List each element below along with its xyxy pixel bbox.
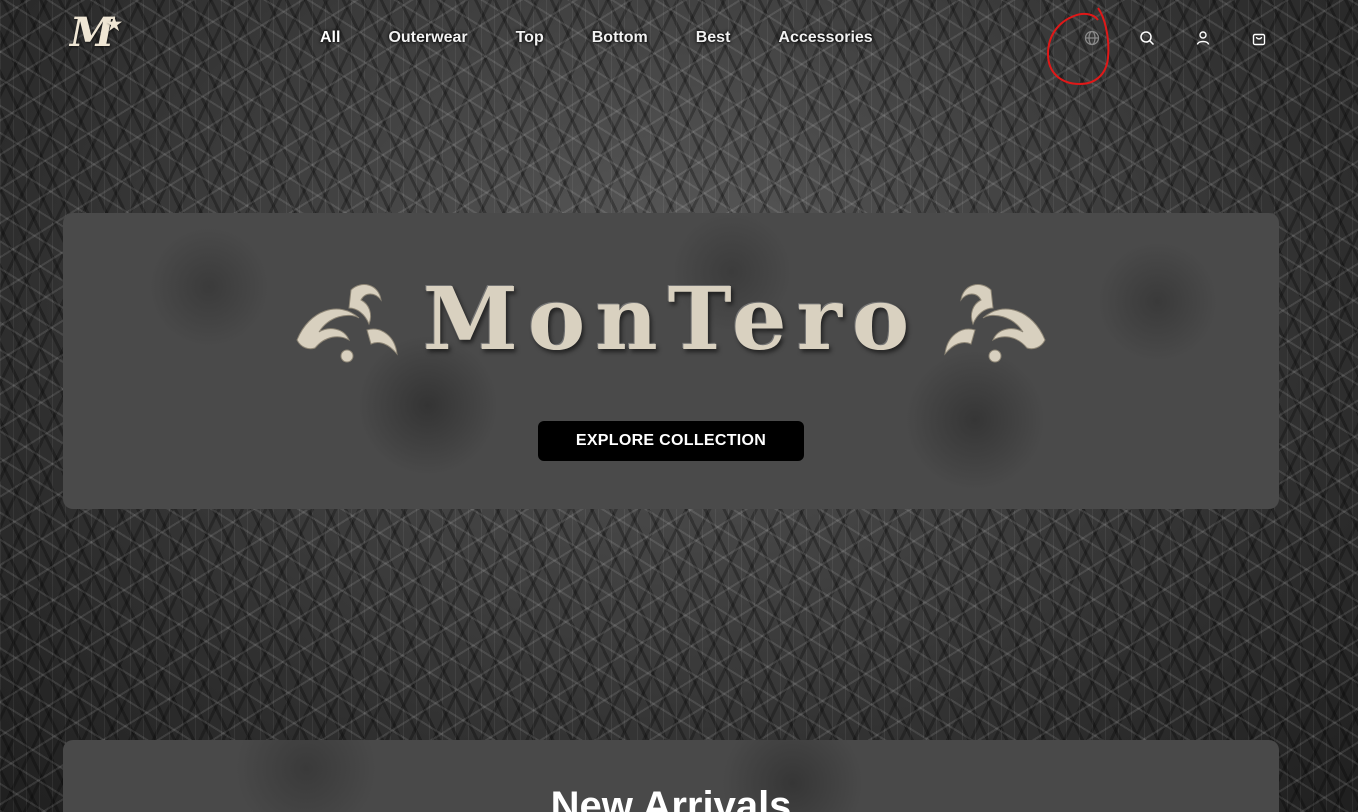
star-icon: ★ <box>106 14 123 35</box>
search-icon[interactable] <box>1135 26 1159 50</box>
nav-item-accessories[interactable]: Accessories <box>778 26 872 50</box>
explore-collection-button[interactable]: EXPLORE COLLECTION <box>538 421 804 461</box>
nav-item-outerwear[interactable]: Outerwear <box>388 26 467 50</box>
right-flourish-icon <box>944 284 1046 363</box>
nav-item-all[interactable]: All <box>320 26 340 50</box>
shopping-bag-icon[interactable] <box>1247 26 1271 50</box>
nav-item-best[interactable]: Best <box>696 26 731 50</box>
hero-banner: MonTero EXPLORE COLLECTION <box>63 213 1279 509</box>
site-header: M ★ All Outerwear Top Bottom Best Accesso… <box>0 0 1358 86</box>
section-title: New Arrivals <box>550 784 792 812</box>
brand-wordmark: MonTero <box>63 265 1279 375</box>
nav-item-bottom[interactable]: Bottom <box>592 26 648 50</box>
site-logo[interactable]: M ★ <box>70 10 124 56</box>
brand-name: MonTero <box>422 269 920 370</box>
main-nav: All Outerwear Top Bottom Best Accessorie… <box>320 26 921 50</box>
left-flourish-icon <box>296 284 398 363</box>
new-arrivals-section: New Arrivals <box>63 740 1279 812</box>
nav-item-top[interactable]: Top <box>516 26 544 50</box>
globe-icon[interactable] <box>1080 26 1104 50</box>
user-icon[interactable] <box>1191 26 1215 50</box>
